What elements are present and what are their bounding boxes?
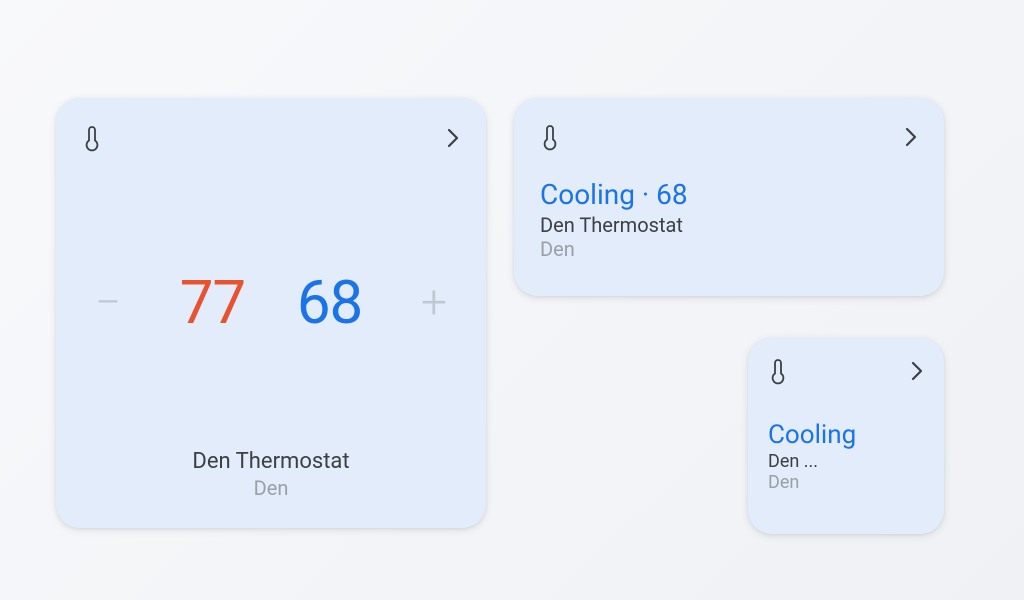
thermostat-card-medium[interactable]: Cooling · 68 Den Thermostat Den <box>514 98 944 296</box>
card-header <box>768 356 924 386</box>
card-body: Cooling Den ... Den <box>768 420 924 493</box>
thermostat-card-small[interactable]: Cooling Den ... Den <box>748 338 944 534</box>
room-name: Den <box>540 237 918 261</box>
increase-button[interactable]: + <box>414 280 454 326</box>
device-name: Den Thermostat <box>82 449 460 474</box>
room-name: Den <box>768 472 924 493</box>
card-header <box>82 120 460 156</box>
status-text: Cooling · 68 <box>540 178 918 211</box>
thermometer-icon <box>540 123 560 151</box>
cool-setpoint: 68 <box>297 267 362 338</box>
heat-setpoint: 77 <box>180 267 245 338</box>
decrease-button[interactable]: − <box>88 280 128 326</box>
card-header <box>540 120 918 154</box>
device-name: Den ... <box>768 451 924 472</box>
chevron-right-icon[interactable] <box>904 125 918 149</box>
thermostat-card-large[interactable]: − 77 68 + Den Thermostat Den <box>56 98 486 528</box>
thermometer-icon <box>768 357 788 385</box>
device-name: Den Thermostat <box>540 213 918 237</box>
status-text: Cooling <box>768 420 924 450</box>
chevron-right-icon[interactable] <box>910 359 924 383</box>
card-footer: Den Thermostat Den <box>82 449 460 506</box>
thermometer-icon <box>82 124 102 152</box>
room-name: Den <box>82 476 460 500</box>
temperature-controls: − 77 68 + <box>82 156 460 449</box>
chevron-right-icon[interactable] <box>446 126 460 150</box>
card-body: Cooling · 68 Den Thermostat Den <box>540 178 918 261</box>
